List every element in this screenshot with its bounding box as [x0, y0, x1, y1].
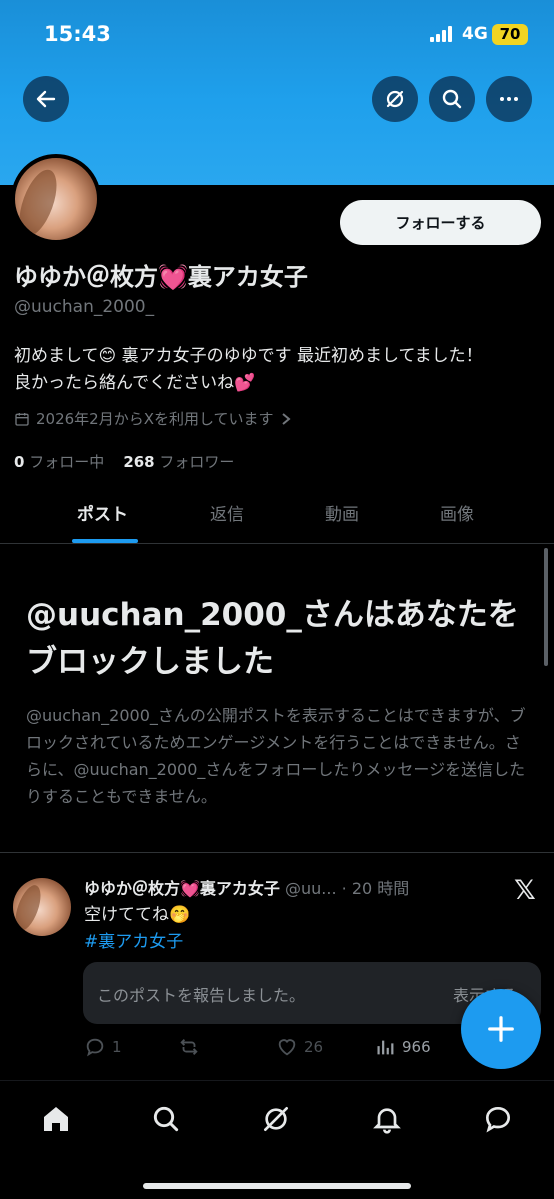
search-button[interactable] — [429, 76, 475, 122]
tab-images[interactable]: 画像 — [440, 500, 474, 525]
search-icon — [153, 1106, 179, 1132]
nav-grok[interactable] — [256, 1099, 296, 1139]
scrollbar[interactable] — [544, 548, 548, 666]
profile-bio: 初めまして😊 裏アカ女子のゆゆです 最近初めましてました！ 良かったら絡んでくだ… — [14, 343, 544, 397]
views-button[interactable]: 966 — [374, 1036, 431, 1058]
follow-stats: 0 フォロー中 268 フォロワー — [14, 451, 234, 472]
post-text: 空けててね🤭 — [84, 905, 191, 925]
tab-replies[interactable]: 返信 — [210, 500, 244, 525]
post-author-name[interactable]: ゆゆか＠枚方💓裏アカ女子 — [84, 879, 280, 898]
arrow-left-icon — [36, 90, 56, 108]
more-icon — [500, 97, 518, 101]
tab-posts[interactable]: ポスト — [77, 500, 128, 525]
post-hashtag[interactable]: #裏アカ女子 — [84, 927, 183, 952]
divider — [0, 852, 554, 853]
reported-text: このポストを報告しました。 — [97, 986, 306, 1005]
reply-button[interactable]: 1 — [84, 1036, 122, 1058]
following-link[interactable]: 0 フォロー中 — [14, 453, 104, 471]
like-button[interactable]: 26 — [276, 1036, 323, 1058]
follow-button[interactable]: フォローする — [340, 200, 541, 245]
tab-videos[interactable]: 動画 — [325, 500, 359, 525]
chevron-right-icon — [281, 412, 291, 425]
followers-count: 268 — [123, 453, 155, 471]
heart-icon — [278, 1039, 296, 1056]
home-icon — [44, 1107, 68, 1131]
signal-icon — [430, 26, 454, 42]
messages-icon — [485, 1106, 511, 1133]
bell-icon — [373, 1108, 401, 1134]
repost-button[interactable] — [178, 1036, 200, 1058]
joined-label: 2026年2月からXを利用しています — [36, 410, 274, 428]
nav-search[interactable] — [146, 1099, 186, 1139]
nav-home[interactable] — [36, 1099, 76, 1139]
reply-icon — [86, 1038, 104, 1057]
compose-button[interactable] — [461, 989, 541, 1069]
more-button[interactable] — [486, 76, 532, 122]
profile-tabs: ポスト 返信 動画 画像 — [0, 480, 554, 544]
following-label: フォロー中 — [29, 453, 105, 471]
bio-line: 初めまして😊 裏アカ女子のゆゆです 最近初めましてました！ — [14, 346, 483, 366]
nav-messages[interactable] — [478, 1099, 518, 1139]
like-count: 26 — [304, 1038, 324, 1056]
active-tab-indicator — [72, 539, 138, 543]
battery-icon: 70 — [492, 24, 528, 45]
nav-notifications[interactable] — [367, 1099, 407, 1139]
joined-date[interactable]: 2026年2月からXを利用しています — [14, 408, 292, 429]
view-count: 966 — [402, 1038, 431, 1056]
views-icon — [377, 1040, 394, 1055]
plus-icon — [488, 1016, 514, 1042]
status-time: 15:43 — [44, 22, 111, 46]
network-label: 4G — [462, 24, 488, 44]
display-name: ゆゆか＠枚方💓裏アカ女子 — [14, 263, 308, 291]
back-button[interactable] — [23, 76, 69, 122]
followers-label: フォロワー — [159, 453, 235, 471]
search-icon — [442, 89, 462, 109]
blocked-body: @uuchan_2000_さんの公開ポストを表示することはできますが、ブロックさ… — [26, 706, 526, 806]
home-indicator — [143, 1183, 411, 1189]
grok-icon — [264, 1107, 288, 1131]
status-bar: 15:43 4G 70 — [0, 0, 554, 70]
calendar-icon — [15, 412, 29, 426]
bio-line: 良かったら絡んでくださいね💕 — [14, 373, 256, 393]
grok-icon — [386, 90, 404, 108]
post-avatar[interactable] — [13, 878, 71, 936]
profile-avatar[interactable] — [11, 154, 101, 244]
post-header: ゆゆか＠枚方💓裏アカ女子 @uu... · 20 時間 — [84, 875, 464, 899]
bottom-navigation — [0, 1080, 554, 1199]
following-count: 0 — [14, 453, 25, 471]
blocked-title: @uuchan_2000_さんはあなたをブロックしました — [26, 597, 519, 680]
followers-link[interactable]: 268 フォロワー — [123, 453, 234, 471]
profile-handle: @uuchan_2000_ — [14, 297, 155, 317]
x-logo-icon: 𝕏 — [514, 875, 536, 906]
grok-button[interactable] — [372, 76, 418, 122]
repost-icon — [180, 1039, 198, 1055]
reply-count: 1 — [112, 1038, 122, 1056]
post-meta: @uu... · 20 時間 — [279, 879, 410, 898]
